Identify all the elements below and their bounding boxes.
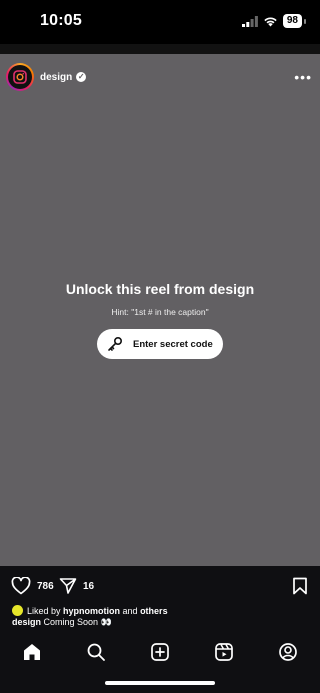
bookmark-icon	[293, 577, 307, 595]
nav-profile[interactable]	[276, 640, 300, 664]
caption-author[interactable]: design	[12, 617, 41, 627]
liked-by-avatar	[12, 605, 23, 616]
lock-hint: Hint: "1st # in the caption"	[111, 307, 209, 317]
enter-secret-code-label: Enter secret code	[133, 338, 213, 350]
post-username[interactable]: design	[40, 72, 72, 83]
liked-by-mid: and	[120, 605, 141, 616]
caption-area: Liked by hypnomotion and others design C…	[0, 604, 320, 634]
key-icon	[107, 336, 123, 352]
top-strip	[0, 44, 320, 54]
status-icons: 98	[241, 14, 306, 28]
send-icon	[59, 578, 77, 594]
action-bar: 786 16	[0, 566, 320, 606]
avatar[interactable]	[6, 63, 34, 91]
liked-by-prefix: Liked by	[27, 605, 64, 616]
status-time: 10:05	[40, 12, 82, 29]
lock-title: Unlock this reel from design	[65, 281, 255, 297]
instagram-logo-icon	[13, 70, 27, 84]
post-header: design ✓ •••	[6, 62, 312, 92]
nav-reels[interactable]	[212, 640, 236, 664]
plus-square-icon	[151, 643, 169, 661]
nav-search[interactable]	[84, 640, 108, 664]
home-indicator	[105, 681, 215, 685]
nav-create[interactable]	[148, 640, 172, 664]
enter-secret-code-button[interactable]: Enter secret code	[97, 329, 223, 359]
home-icon	[24, 644, 40, 660]
caption-text: Coming Soon 👀	[41, 617, 112, 627]
liked-by-user[interactable]: hypnomotion	[63, 606, 120, 616]
liked-by-others[interactable]: others	[140, 606, 168, 616]
profile-icon	[279, 643, 297, 661]
like-button[interactable]: 786	[11, 577, 54, 595]
more-options-icon[interactable]: •••	[294, 69, 312, 85]
status-bar: 10:05 98	[0, 0, 320, 44]
verified-badge-icon: ✓	[76, 72, 87, 82]
caption-row: design Coming Soon 👀	[12, 617, 320, 628]
wifi-icon	[264, 16, 277, 26]
like-count: 786	[37, 580, 54, 592]
locked-reel: design ✓ ••• Unlock this reel from desig…	[0, 54, 320, 566]
battery-cap	[304, 18, 306, 24]
share-button[interactable]: 16	[59, 577, 94, 595]
heart-icon	[11, 577, 31, 595]
liked-by-row[interactable]: Liked by hypnomotion and others	[12, 604, 320, 617]
share-count: 16	[83, 580, 95, 592]
bottom-nav	[0, 634, 320, 693]
battery-level: 98	[282, 14, 302, 28]
search-icon	[87, 643, 105, 661]
signal-icon	[241, 15, 258, 27]
nav-home[interactable]	[20, 640, 44, 664]
save-button[interactable]	[292, 577, 308, 600]
reels-icon	[215, 643, 233, 661]
